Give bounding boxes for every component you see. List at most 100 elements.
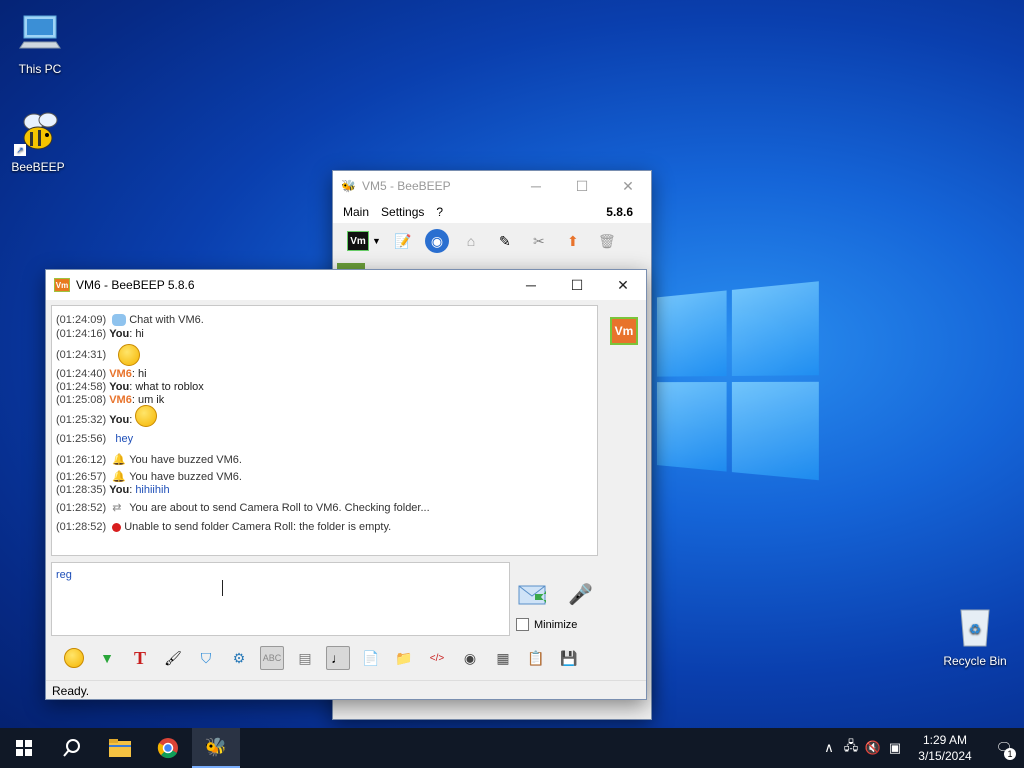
send-file-icon[interactable]: 📄	[359, 646, 383, 670]
recycle-bin-icon: ♻	[951, 602, 999, 650]
desktop-icon-recycle-bin[interactable]: ♻ Recycle Bin	[937, 602, 1013, 668]
close-button[interactable]: ✕	[600, 270, 646, 300]
menu-main[interactable]: Main	[337, 205, 375, 219]
member-panel: Vm	[604, 305, 646, 640]
chat-message: (01:28:35) You: hihiihih	[56, 484, 170, 496]
update-icon[interactable]: ⬆	[561, 229, 585, 253]
filter-icon[interactable]: ⛉	[194, 646, 218, 670]
vm-badge-icon: Vm	[347, 231, 369, 251]
main-toolbar: Vm ▼ 📝 ◉ ⌂ ✎ ✂ ⬆ 🗑	[333, 223, 651, 259]
smile-emoji-icon	[118, 344, 141, 366]
chat-window[interactable]: Vm VM6 - BeeBEEP 5.8.6 ─ ☐ ✕ (01:24:09) …	[45, 269, 647, 700]
network-icon[interactable]: ◉	[424, 229, 449, 253]
window-title: VM5 - BeeBEEP	[361, 179, 451, 193]
computer-icon	[16, 10, 64, 58]
chevron-down-icon: ▼	[372, 236, 381, 246]
tools-icon[interactable]: ✂	[527, 229, 551, 253]
chrome-icon[interactable]	[144, 728, 192, 768]
clear-icon[interactable]: ▦	[491, 646, 515, 670]
taskbar: 🐝 ∧ 🖧 🔇 ▣ 1:29 AM 3/15/2024 🗨 1	[0, 728, 1024, 768]
minimize-button[interactable]: ─	[508, 270, 554, 300]
menu-help[interactable]: ?	[430, 205, 449, 219]
html-icon[interactable]: </>	[425, 646, 449, 670]
file-explorer-icon[interactable]	[96, 728, 144, 768]
svg-text:♻: ♻	[969, 621, 982, 637]
desktop-icon-label: This PC	[18, 62, 62, 76]
chat-message: (01:24:58) You: what to roblox	[56, 381, 204, 393]
bee-icon: 🐝	[341, 179, 356, 193]
chat-message: (01:25:32) You:	[56, 405, 593, 433]
windows-logo-wallpaper	[656, 281, 819, 487]
font-icon[interactable]: T	[128, 646, 152, 670]
chat-message: (01:28:52) Unable to send folder Camera …	[56, 521, 392, 533]
windows-icon	[16, 740, 32, 756]
clock[interactable]: 1:29 AM 3/15/2024	[906, 732, 984, 764]
note-icon[interactable]: ♩	[326, 646, 350, 670]
bell-icon: 🔔	[112, 471, 126, 484]
chat-message: (01:25:56) hey	[56, 433, 134, 445]
laughing-emoji-icon	[135, 405, 158, 427]
chat-message: (01:24:40) VM6: hi	[56, 368, 147, 380]
bee-icon: ↗	[14, 108, 62, 156]
menu-bar: Main Settings ? 5.8.6	[333, 201, 651, 223]
desktop-icon-this-pc[interactable]: This PC	[2, 10, 78, 76]
desktop-icon-beebeep[interactable]: ↗ BeeBEEP	[0, 108, 76, 174]
trash-icon[interactable]: 🗑	[595, 229, 619, 253]
start-button[interactable]	[0, 728, 48, 768]
chat-message: (01:26:12) 🔔 You have buzzed VM6.	[56, 454, 242, 467]
pencil-icon[interactable]: ✎	[493, 229, 517, 253]
send-button[interactable]	[518, 582, 550, 611]
title-bar[interactable]: Vm VM6 - BeeBEEP 5.8.6 ─ ☐ ✕	[46, 270, 646, 300]
shortcut-arrow-icon: ↗	[14, 144, 26, 156]
network-icon[interactable]: 🖧	[840, 737, 862, 759]
chat-message: (01:28:52) ⇄ You are about to send Camera…	[56, 502, 430, 515]
emoticon-icon[interactable]	[62, 646, 86, 670]
checkbox[interactable]	[516, 618, 529, 631]
notification-count: 1	[1004, 748, 1016, 760]
chat-history[interactable]: (01:24:09) Chat with VM6. (01:24:16) You…	[51, 305, 598, 556]
window-title: VM6 - BeeBEEP 5.8.6	[76, 278, 195, 292]
speech-bubble-icon	[112, 314, 127, 327]
bell-icon: 🔔	[112, 454, 126, 467]
member-avatar[interactable]: Vm	[610, 317, 638, 345]
desktop-icon-label: Recycle Bin	[943, 654, 1007, 668]
chat-message: (01:24:09) Chat with VM6.	[56, 314, 204, 327]
maximize-button[interactable]: ☐	[554, 270, 600, 300]
chat-toolbar: ▼ T 🖌 ⛉ ⚙ ABC ▤ ♩ 📄 📁 </> ◉ ▦ 📋 💾	[46, 638, 646, 678]
screenshot-icon[interactable]: ◉	[458, 646, 482, 670]
notifications-icon[interactable]: 🗨 1	[984, 740, 1024, 760]
desktop-icon-label: BeeBEEP	[11, 160, 65, 174]
search-icon[interactable]	[48, 728, 96, 768]
edit-note-icon[interactable]: 📋	[524, 646, 548, 670]
send-folder-icon[interactable]: 📁	[392, 646, 416, 670]
text-cursor	[222, 580, 224, 596]
message-input[interactable]: reg	[51, 562, 510, 636]
chevron-up-icon[interactable]: ∧	[818, 740, 840, 756]
spellcheck-icon[interactable]: ABC	[260, 646, 284, 670]
version-label: 5.8.6	[606, 205, 633, 219]
clock-date: 3/15/2024	[918, 749, 972, 763]
minimize-checkbox[interactable]: Minimize	[516, 618, 577, 631]
clock-time: 1:29 AM	[922, 733, 968, 747]
dictionary-icon[interactable]: ▤	[293, 646, 317, 670]
file-transfer-icon: ⇄	[112, 502, 122, 515]
color-picker-icon[interactable]: 🖌	[161, 646, 185, 670]
menu-settings[interactable]: Settings	[375, 205, 430, 219]
settings-gear-icon[interactable]: ⚙	[227, 646, 251, 670]
volume-muted-icon[interactable]: 🔇	[862, 740, 884, 756]
home-icon[interactable]: ⌂	[459, 229, 483, 253]
close-button[interactable]: ✕	[605, 171, 651, 201]
collapse-icon[interactable]: ▼	[95, 646, 119, 670]
microphone-icon[interactable]: 🎤	[568, 582, 593, 607]
maximize-button[interactable]: ☐	[559, 171, 605, 201]
chat-message: (01:26:57) 🔔 You have buzzed VM6.	[56, 471, 242, 484]
vm-badge-icon: Vm	[54, 278, 70, 292]
edit-profile-icon[interactable]: 📝	[391, 229, 415, 253]
title-bar[interactable]: 🐝 VM5 - BeeBEEP ─ ☐ ✕	[333, 171, 651, 201]
save-icon[interactable]: 💾	[557, 646, 581, 670]
display-icon[interactable]: ▣	[884, 740, 906, 756]
error-icon	[112, 522, 122, 532]
user-status-button[interactable]: Vm ▼	[347, 231, 381, 251]
beebeep-taskbar-icon[interactable]: 🐝	[192, 728, 240, 768]
minimize-button[interactable]: ─	[513, 171, 559, 201]
